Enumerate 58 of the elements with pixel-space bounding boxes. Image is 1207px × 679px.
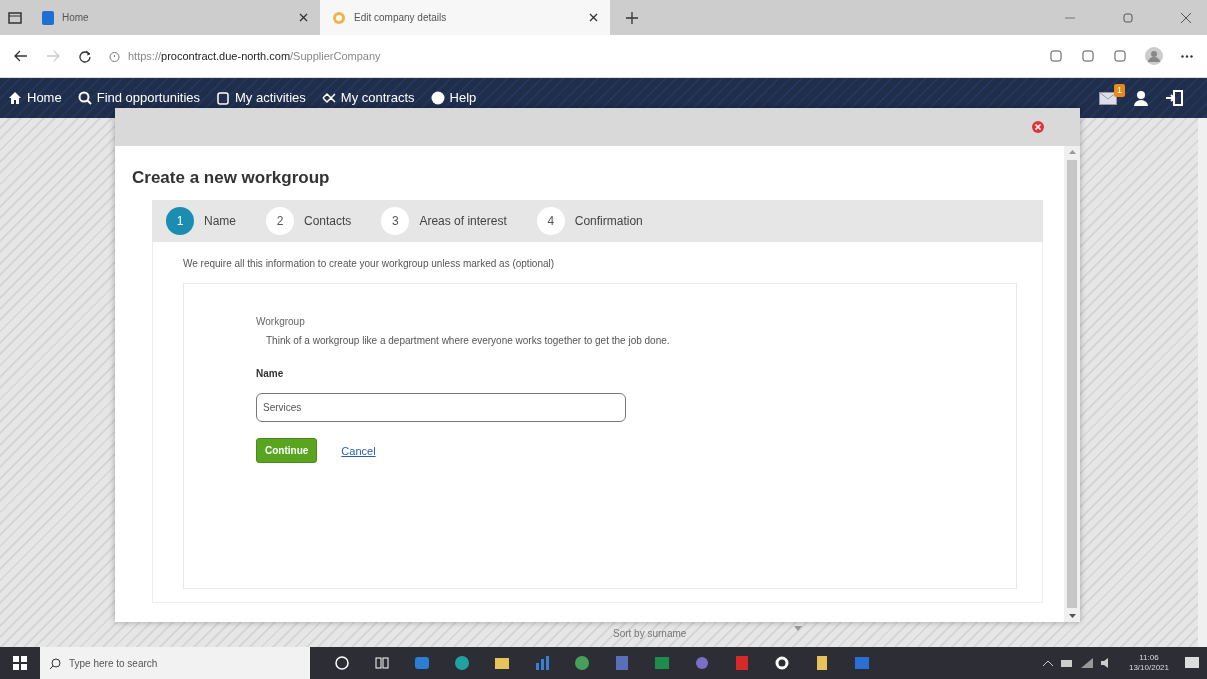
network-icon[interactable] bbox=[1080, 658, 1093, 668]
scrollbar[interactable] bbox=[1064, 146, 1080, 622]
field-label: Name bbox=[256, 367, 285, 382]
more-menu-icon[interactable] bbox=[1181, 54, 1193, 58]
cancel-link[interactable]: Cancel bbox=[341, 442, 376, 460]
dialog-title: Create a new workgroup bbox=[132, 168, 331, 189]
globe-icon[interactable] bbox=[574, 655, 590, 671]
forward-icon bbox=[46, 50, 60, 62]
clock-time[interactable]: 11:06 bbox=[1139, 653, 1159, 663]
chart-icon[interactable] bbox=[534, 655, 550, 671]
notification-badge: 1 bbox=[1114, 83, 1125, 97]
task-view-icon[interactable] bbox=[374, 655, 390, 671]
scrollbar[interactable] bbox=[1198, 118, 1207, 647]
app-icon[interactable] bbox=[614, 655, 630, 671]
tab-actions-icon[interactable] bbox=[8, 11, 22, 24]
section-description: Think of a workgroup like a department where everyone works together to get the job done. bbox=[265, 334, 671, 349]
search-icon bbox=[50, 657, 61, 669]
clock-date[interactable]: 13/10/2021 bbox=[1128, 663, 1169, 673]
user-icon[interactable] bbox=[1133, 90, 1149, 106]
app-icon bbox=[42, 10, 54, 25]
nav-link[interactable]: Home bbox=[8, 88, 62, 108]
back-icon[interactable] bbox=[14, 50, 28, 62]
wizard-step[interactable]: 3 Areas of interest bbox=[375, 206, 519, 237]
refresh-icon[interactable] bbox=[78, 49, 91, 63]
taskbar-search-field[interactable]: Type here to search bbox=[40, 647, 310, 679]
new-tab-icon[interactable] bbox=[626, 11, 638, 24]
nav-link[interactable]: My activities bbox=[216, 88, 306, 108]
tab-title: Edit company details bbox=[354, 11, 448, 25]
nav-link[interactable]: Help bbox=[430, 88, 477, 108]
nav-link[interactable]: Find opportunities bbox=[77, 88, 201, 108]
caret-icon bbox=[794, 626, 802, 631]
browser-tab[interactable]: Edit company details bbox=[320, 0, 610, 35]
search-icon bbox=[77, 91, 92, 105]
wizard-step[interactable]: 2 Contacts bbox=[260, 206, 364, 237]
profile-avatar-icon[interactable] bbox=[1145, 47, 1163, 65]
sort-dropdown[interactable]: Sort by surname bbox=[605, 624, 810, 643]
app-icon[interactable] bbox=[414, 655, 430, 671]
site-icon bbox=[332, 10, 346, 25]
close-icon[interactable] bbox=[589, 13, 598, 22]
wizard-step[interactable]: 4 Confirmation bbox=[530, 206, 655, 237]
scroll-up-icon bbox=[1068, 150, 1076, 154]
name-input-field[interactable]: Services bbox=[256, 393, 626, 423]
browser-tab[interactable]: Home bbox=[30, 0, 320, 35]
sign-out-icon[interactable] bbox=[1165, 90, 1183, 106]
mail-icon[interactable] bbox=[1099, 91, 1117, 105]
home-icon bbox=[8, 91, 22, 105]
tab-title: Home bbox=[62, 11, 90, 25]
nav-link[interactable]: My contracts bbox=[321, 88, 415, 108]
scroll-down-icon bbox=[1068, 614, 1076, 618]
restore-icon[interactable] bbox=[1123, 12, 1133, 23]
app-icon[interactable] bbox=[694, 655, 710, 671]
windows-start-icon[interactable] bbox=[13, 656, 27, 670]
tray-chevron-icon[interactable] bbox=[1042, 660, 1053, 666]
wizard-step[interactable]: 1 Name bbox=[160, 206, 248, 237]
close-icon[interactable] bbox=[299, 13, 308, 22]
section-title: Workgroup bbox=[256, 315, 306, 330]
instruction-text: We require all this information to create your workgroup unless marked as (optional) bbox=[183, 257, 556, 272]
address-field[interactable]: https://procontract.due-north.com/SupplierCompany bbox=[109, 47, 1031, 65]
